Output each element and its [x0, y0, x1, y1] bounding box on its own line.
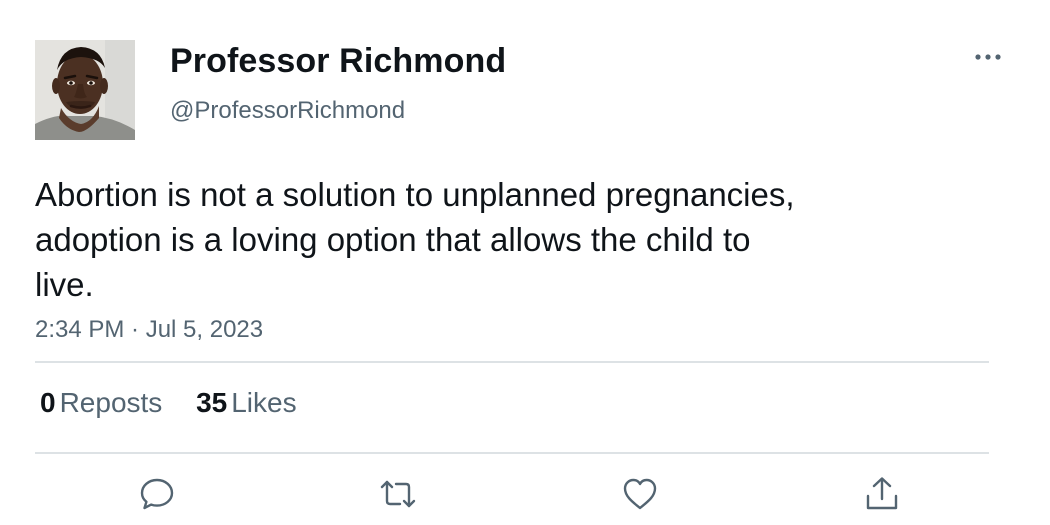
repost-icon [380, 480, 416, 508]
heart-icon [623, 478, 657, 510]
likes-count: 35 [196, 387, 228, 418]
divider [35, 452, 989, 454]
likes-stat[interactable]: 35 Likes [196, 387, 297, 419]
tweet-card: Professor Richmond @ProfessorRichmond Ab… [0, 0, 1050, 525]
reply-icon [140, 478, 174, 510]
user-handle[interactable]: @ProfessorRichmond [170, 97, 405, 125]
avatar-image [35, 40, 135, 140]
share-button[interactable] [862, 474, 902, 514]
reposts-count: 0 [40, 387, 56, 418]
reply-button[interactable] [137, 474, 177, 514]
tweet-timestamp[interactable]: 2:34 PM · Jul 5, 2023 [35, 316, 263, 344]
reposts-label: Reposts [59, 387, 163, 418]
repost-button[interactable] [378, 474, 418, 514]
share-icon [866, 477, 898, 510]
reposts-stat[interactable]: 0 Reposts [40, 387, 162, 419]
display-name[interactable]: Professor Richmond [170, 42, 506, 81]
like-button[interactable] [620, 474, 660, 514]
likes-label: Likes [231, 387, 297, 418]
more-options-button[interactable] [970, 44, 1006, 70]
engagement-stats: 0 Reposts 35 Likes [40, 387, 323, 419]
divider [35, 361, 989, 363]
more-horizontal-icon [975, 54, 1001, 60]
tweet-text: Abortion is not a solution to unplanned … [35, 176, 795, 303]
avatar[interactable] [35, 40, 135, 140]
